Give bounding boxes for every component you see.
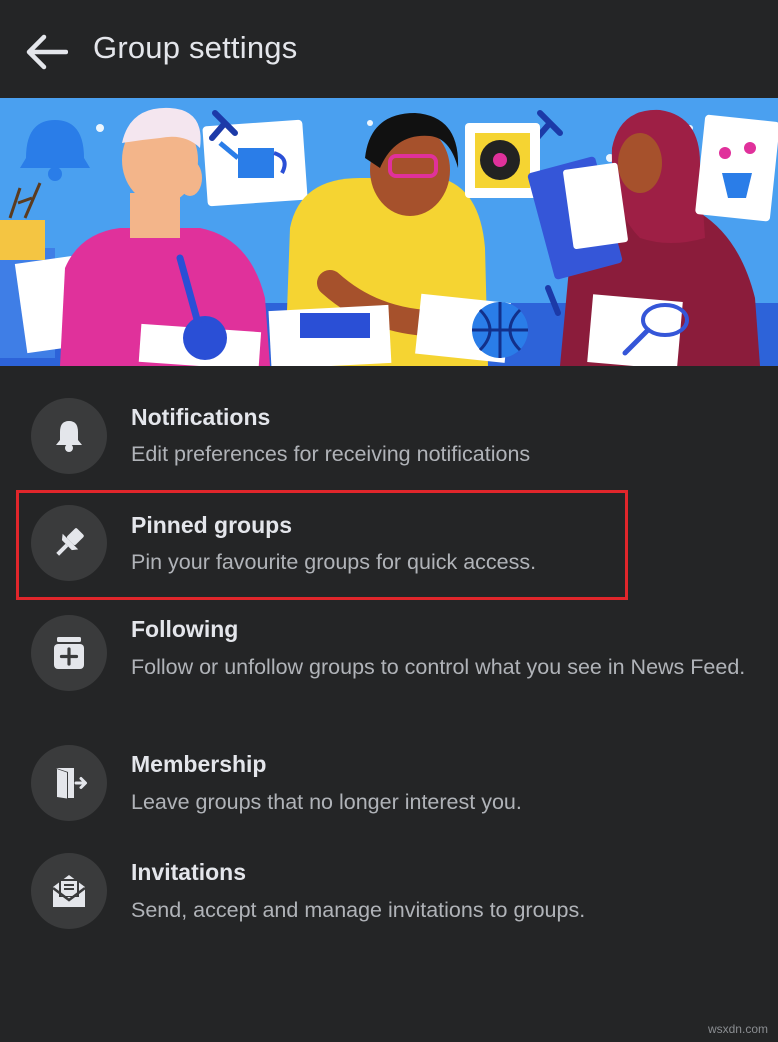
- menu-item-title: Notifications: [131, 404, 271, 430]
- exit-door-icon-circle: [31, 745, 107, 821]
- pushpin-icon: [56, 528, 84, 556]
- menu-item-notifications[interactable]: Notifications Edit preferences for recei…: [0, 396, 778, 476]
- basketball-icon: [472, 302, 528, 358]
- pushpin-icon-circle: [31, 505, 107, 581]
- envelope-icon-circle: [31, 853, 107, 929]
- add-folder-icon: [54, 637, 84, 669]
- menu-item-following[interactable]: Following Follow or unfollow groups to c…: [0, 615, 778, 715]
- menu-item-description: Pin your favourite groups for quick acce…: [131, 550, 537, 574]
- menu-item-invitations[interactable]: Invitations Send, accept and manage invi…: [0, 853, 778, 933]
- envelope-icon: [52, 875, 86, 907]
- menu-item-title: Following: [131, 616, 239, 642]
- bell-icon: [56, 421, 82, 452]
- back-button[interactable]: [20, 28, 72, 76]
- menu-item-description: Follow or unfollow groups to control wha…: [131, 655, 746, 679]
- page-title: Group settings: [93, 30, 298, 65]
- menu-item-title: Invitations: [131, 859, 247, 885]
- flower-pot-icon: [695, 114, 778, 222]
- top-app-bar: Group settings: [0, 0, 778, 98]
- menu-item-pinned-groups[interactable]: Pinned groups Pin your favourite groups …: [0, 505, 778, 585]
- record-player-icon: [465, 123, 540, 198]
- menu-item-title: Pinned groups: [131, 512, 292, 538]
- menu-item-description: Leave groups that no longer interest you…: [131, 790, 522, 814]
- menu-item-description: Send, accept and manage invitations to g…: [131, 898, 586, 922]
- menu-item-description: Edit preferences for receiving notificat…: [131, 442, 531, 466]
- menu-item-title: Membership: [131, 751, 267, 777]
- watermark: wsxdn.com: [707, 1022, 768, 1036]
- arrow-left-icon: [26, 34, 68, 70]
- bell-icon-circle: [31, 398, 107, 474]
- menu-item-membership[interactable]: Membership Leave groups that no longer i…: [0, 745, 778, 825]
- exit-door-icon: [56, 768, 87, 800]
- add-folder-icon-circle: [31, 615, 107, 691]
- banner-illustration: [0, 98, 778, 366]
